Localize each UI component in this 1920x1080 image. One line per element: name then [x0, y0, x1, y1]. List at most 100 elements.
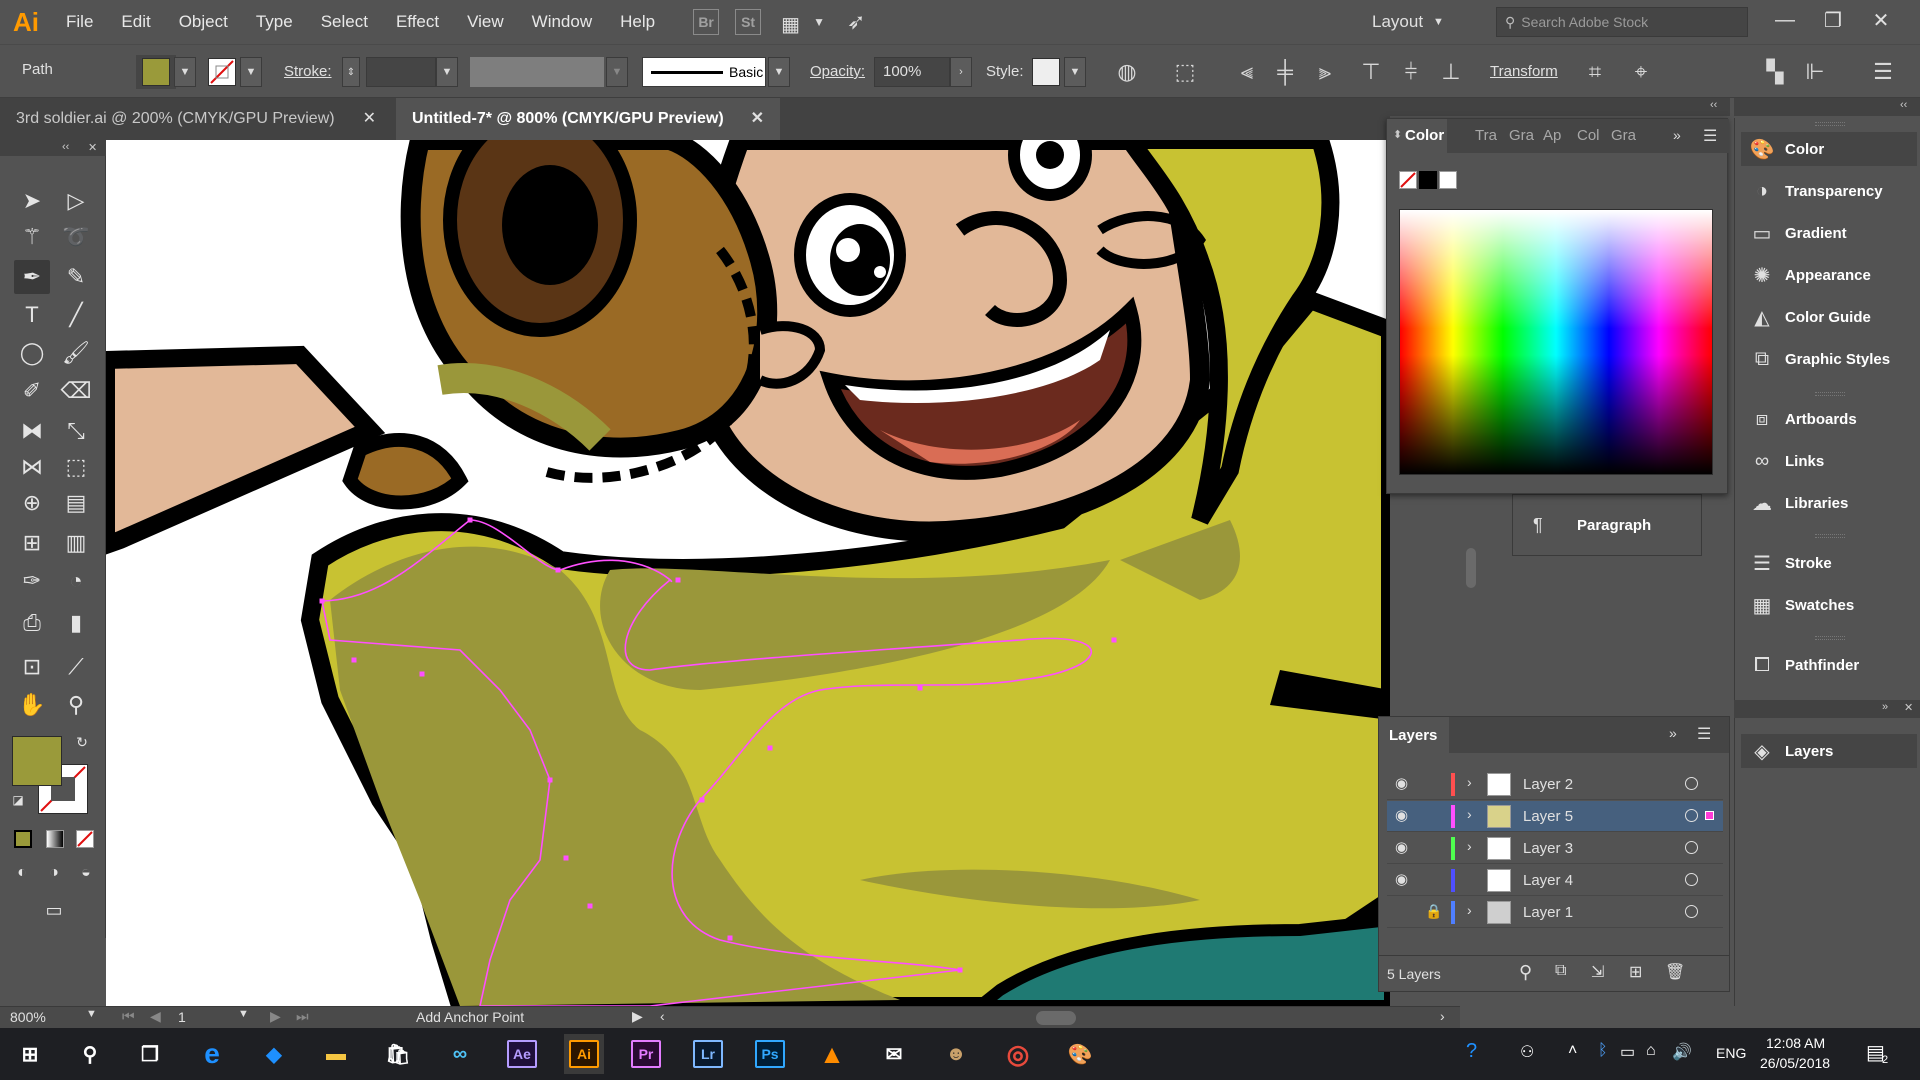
- expand-icon[interactable]: ‹‹: [1900, 99, 1907, 111]
- help-icon[interactable]: ?: [1466, 1040, 1477, 1063]
- artboard-dropdown-icon[interactable]: ▼: [238, 1008, 249, 1020]
- puppet-warp-icon[interactable]: ⌖: [1626, 57, 1656, 87]
- distribute-icon[interactable]: ⊩: [1800, 57, 1830, 87]
- default-colors-icon[interactable]: ◪: [8, 790, 28, 810]
- brush-definition[interactable]: Basic: [642, 57, 766, 87]
- target-circle-icon[interactable]: [1685, 809, 1698, 822]
- dock-color[interactable]: 🎨 Color: [1741, 132, 1917, 166]
- layer-row-5[interactable]: ◉ › Layer 5: [1387, 801, 1723, 832]
- tab-layers[interactable]: Layers: [1379, 717, 1449, 753]
- first-artboard-icon[interactable]: ⏮: [122, 1008, 135, 1025]
- game-app-icon[interactable]: ☻: [936, 1034, 976, 1074]
- perspective-grid-tool-icon[interactable]: ▤: [58, 486, 94, 520]
- target-circle-icon[interactable]: [1685, 873, 1698, 886]
- chrome-icon[interactable]: ◎: [998, 1034, 1038, 1074]
- close-icon[interactable]: ✕: [88, 141, 97, 154]
- ellipse-tool-icon[interactable]: ◯: [14, 336, 50, 370]
- tab-3rd-soldier[interactable]: 3rd soldier.ai @ 200% (CMYK/GPU Preview)…: [0, 98, 392, 140]
- clock-time[interactable]: 12:08 AM: [1766, 1035, 1825, 1051]
- menu-select[interactable]: Select: [307, 0, 382, 44]
- menu-help[interactable]: Help: [606, 0, 669, 44]
- opacity-label[interactable]: Opacity:: [810, 63, 865, 80]
- symbol-sprayer-tool-icon[interactable]: ⎙: [14, 606, 50, 640]
- stroke-weight-dropdown[interactable]: ▼: [436, 57, 458, 87]
- layer-name[interactable]: Layer 5: [1523, 808, 1573, 825]
- bridge-button[interactable]: Br: [693, 9, 720, 35]
- stroke-weight-field[interactable]: [366, 57, 436, 87]
- expand-chevron-icon[interactable]: ›: [1467, 902, 1472, 918]
- collapse-icon[interactable]: ‹‹: [1710, 99, 1717, 111]
- eraser-tool-icon[interactable]: ⌫: [58, 374, 94, 408]
- swap-colors-icon[interactable]: ↻: [70, 730, 94, 754]
- layer-row-4[interactable]: ◉ Layer 4: [1387, 865, 1723, 896]
- line-tool-icon[interactable]: ╱: [58, 298, 94, 332]
- target-circle-icon[interactable]: [1685, 777, 1698, 790]
- horizontal-scrollbar-thumb[interactable]: [1036, 1011, 1076, 1025]
- align-bottom-icon[interactable]: ⊥: [1436, 57, 1466, 87]
- panel-menu-icon[interactable]: ☰: [1868, 57, 1898, 87]
- minimize-button[interactable]: —: [1764, 2, 1806, 38]
- align-right-icon[interactable]: ⫸: [1310, 57, 1340, 87]
- draw-behind-icon[interactable]: ◑: [40, 860, 68, 886]
- menu-object[interactable]: Object: [165, 0, 242, 44]
- store-icon[interactable]: 🛍: [378, 1034, 418, 1074]
- dock-transparency[interactable]: ◑ Transparency: [1741, 174, 1917, 208]
- align-top-icon[interactable]: ⊤: [1356, 57, 1386, 87]
- scale-tool-icon[interactable]: ⤡: [58, 414, 94, 448]
- tab-color-guide[interactable]: Col: [1577, 127, 1600, 144]
- tools-panel-header[interactable]: ‹‹ ✕: [0, 140, 106, 156]
- selection-tool-icon[interactable]: ➤: [14, 184, 50, 218]
- curvature-tool-icon[interactable]: ✎: [58, 260, 94, 294]
- collapse-icon[interactable]: ‹‹: [62, 141, 69, 153]
- brush-dropdown[interactable]: ▼: [768, 57, 790, 87]
- lightroom-icon[interactable]: Lr: [688, 1034, 728, 1074]
- dock-gradient[interactable]: ▭ Gradient: [1741, 216, 1917, 250]
- recolor-artwork-icon[interactable]: ◍: [1112, 57, 1142, 87]
- infinity-app-icon[interactable]: ∞: [440, 1034, 480, 1074]
- pen-tool-icon[interactable]: ✒: [14, 260, 50, 294]
- dock-color-guide[interactable]: ◭ Color Guide: [1741, 300, 1917, 334]
- dock-pathfinder[interactable]: ⧠ Pathfinder: [1741, 648, 1917, 682]
- bluetooth-icon[interactable]: ᛒ: [1598, 1042, 1608, 1060]
- stock-button[interactable]: St: [735, 9, 762, 35]
- isolate-icon[interactable]: ⌗: [1580, 57, 1610, 87]
- opacity-field[interactable]: 100%: [874, 57, 950, 87]
- menu-file[interactable]: File: [52, 0, 107, 44]
- magic-wand-tool-icon[interactable]: ⚚: [14, 220, 50, 254]
- width-tool-icon[interactable]: ⋈: [14, 450, 50, 484]
- style-dropdown[interactable]: ▼: [1064, 57, 1086, 87]
- menu-window[interactable]: Window: [518, 0, 606, 44]
- tab-untitled-7[interactable]: Untitled-7* @ 800% (CMYK/GPU Preview) ✕: [396, 98, 780, 140]
- expand-icon[interactable]: »: [1882, 701, 1888, 713]
- scroll-right-icon[interactable]: ›: [1440, 1008, 1445, 1024]
- vlc-icon[interactable]: ▲: [812, 1034, 852, 1074]
- edge-browser-icon[interactable]: e: [192, 1034, 232, 1074]
- panel-menu-icon[interactable]: ☰: [1697, 724, 1711, 744]
- stroke-label[interactable]: Stroke:: [284, 63, 332, 80]
- previous-artboard-icon[interactable]: ◀: [150, 1008, 161, 1025]
- paintbrush-tool-icon[interactable]: 🖌: [58, 336, 94, 370]
- chevron-down-icon[interactable]: ▼: [813, 15, 825, 29]
- expand-chevron-icon[interactable]: ›: [1467, 774, 1472, 790]
- visibility-eye-icon[interactable]: ◉: [1395, 808, 1415, 823]
- close-icon[interactable]: ✕: [1904, 701, 1913, 714]
- black-swatch[interactable]: [1419, 171, 1437, 189]
- arrange-documents-icon[interactable]: ▦: [781, 12, 809, 36]
- visibility-eye-icon[interactable]: ◉: [1395, 872, 1415, 887]
- graphic-style-swatch[interactable]: [1032, 58, 1060, 86]
- dock-libraries[interactable]: ☁ Libraries: [1741, 486, 1917, 520]
- menu-type[interactable]: Type: [242, 0, 307, 44]
- variable-width-profile[interactable]: [470, 57, 604, 87]
- tab-transparency[interactable]: Tra: [1475, 127, 1497, 144]
- panel-menu-icon[interactable]: ☰: [1703, 126, 1717, 146]
- scroll-left-icon[interactable]: ‹: [660, 1008, 665, 1024]
- zoom-tool-icon[interactable]: ⚲: [58, 688, 94, 722]
- dock-grip[interactable]: [1815, 636, 1845, 640]
- make-clipping-mask-icon[interactable]: ⧉: [1555, 962, 1566, 980]
- stroke-stepper[interactable]: ⇕: [342, 57, 360, 87]
- dock-appearance[interactable]: ✺ Appearance: [1741, 258, 1917, 292]
- target-circle-icon[interactable]: [1685, 905, 1698, 918]
- free-transform-tool-icon[interactable]: ⬚: [58, 450, 94, 484]
- status-menu-icon[interactable]: ▶: [632, 1008, 643, 1025]
- layer-row-1[interactable]: 🔒 › Layer 1: [1387, 897, 1723, 928]
